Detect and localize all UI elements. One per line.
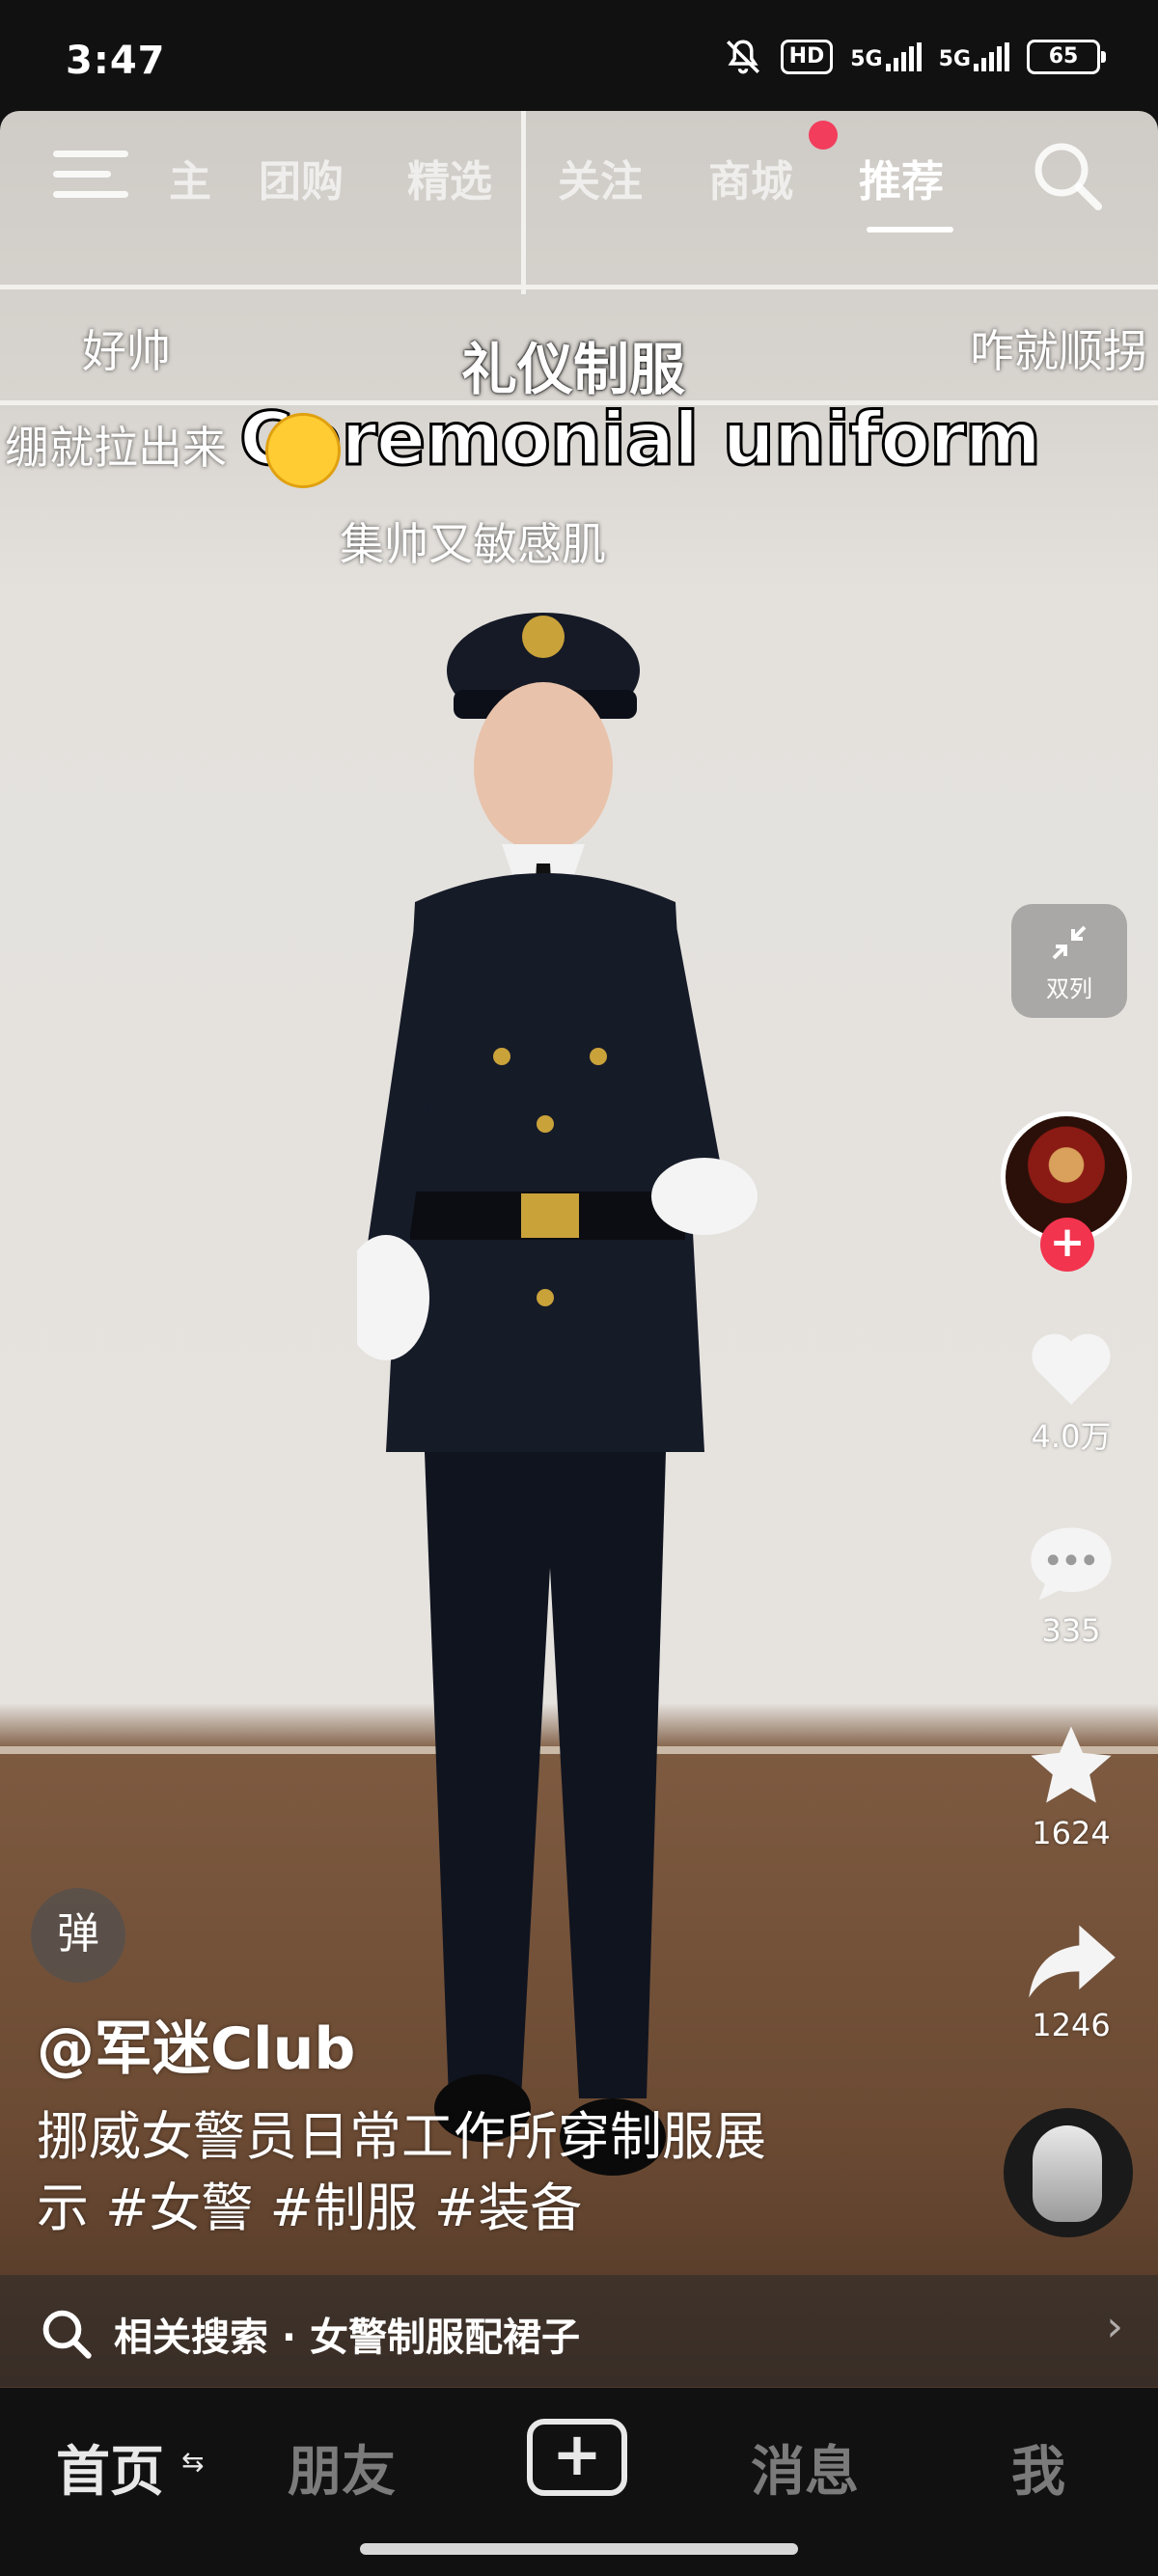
like-count: 4.0万	[1031, 1418, 1112, 1455]
dual-column-label: 双列	[1046, 974, 1092, 1002]
network-type-2: 5G	[938, 47, 971, 71]
search-icon	[42, 2310, 92, 2359]
status-time: 3:47	[66, 39, 166, 83]
tab-featured[interactable]: 精选	[407, 147, 492, 208]
comment-button[interactable]: 335	[1004, 1520, 1139, 1649]
ceiling-grid	[0, 285, 1158, 289]
music-disc-icon[interactable]	[1004, 2108, 1133, 2237]
battery-level: 65	[1048, 44, 1079, 69]
laughing-emoji-icon	[265, 413, 341, 488]
tab-group-buy[interactable]: 团购	[259, 147, 344, 208]
tab-recommended[interactable]: 推荐	[859, 147, 944, 208]
tab-friends[interactable]: 朋友	[288, 2428, 396, 2507]
danmaku-comment: 集帅又敏感肌	[340, 518, 606, 570]
mute-bell-icon	[726, 40, 759, 74]
share-count: 1246	[1032, 2007, 1111, 2043]
follow-button[interactable]: +	[1040, 1218, 1094, 1272]
tab-me[interactable]: 我	[1011, 2428, 1065, 2507]
description-line: 示 #女警 #制服 #装备	[37, 2178, 583, 2238]
battery-icon: 65	[1027, 40, 1106, 74]
description-line: 挪威女警员日常工作所穿制服展	[37, 2106, 766, 2167]
video-player[interactable]: 主 团购 精选 关注 商城 推荐 好帅 咋就顺拐 绷就拉出来 集帅又敏感肌 礼仪…	[0, 111, 1158, 2388]
author-name[interactable]: @军迷Club	[37, 2002, 355, 2086]
danmaku-comment: 绷就拉出来	[5, 422, 227, 474]
person-in-uniform-image	[357, 613, 758, 2176]
video-caption-cn: 礼仪制服	[461, 337, 686, 402]
like-button[interactable]: 4.0万	[1004, 1322, 1139, 1457]
create-post-button[interactable]: +	[527, 2419, 627, 2496]
favorite-count: 1624	[1032, 1815, 1111, 1851]
tab-mall[interactable]: 商城	[708, 147, 793, 208]
tab-partial[interactable]: 主	[169, 147, 211, 208]
share-button[interactable]: 1246	[1004, 1920, 1139, 2043]
tab-home[interactable]: 首页	[56, 2428, 164, 2507]
video-description: 挪威女警员日常工作所穿制服展 示 #女警 #制服 #装备	[37, 2101, 905, 2244]
chevron-right-icon: ›	[1106, 2302, 1123, 2351]
hd-badge: HD	[780, 40, 834, 74]
danmaku-toggle-button[interactable]: 弹	[31, 1888, 125, 1983]
tab-messages[interactable]: 消息	[751, 2428, 859, 2507]
home-indicator	[360, 2543, 798, 2555]
danmaku-comment: 咋就顺拐	[970, 325, 1147, 377]
menu-icon[interactable]	[53, 145, 130, 203]
collapse-arrows-icon	[1052, 925, 1087, 959]
tab-following[interactable]: 关注	[558, 147, 643, 208]
comment-count: 335	[1041, 1612, 1101, 1649]
related-search-bar[interactable]: 相关搜索 · 女警制服配裙子 ›	[0, 2275, 1158, 2387]
favorite-button[interactable]: 1624	[1004, 1722, 1139, 1851]
dual-column-button[interactable]: 双列	[1011, 904, 1127, 1018]
swap-arrows-icon: ⇆	[181, 2446, 205, 2478]
status-bar: 3:47 HD 5G 5G 65	[0, 0, 1158, 111]
active-tab-indicator	[867, 227, 953, 233]
share-arrow-icon	[1029, 1925, 1116, 1998]
mall-notification-dot	[809, 121, 838, 150]
star-icon	[1031, 1726, 1112, 1803]
comment-bubble-icon	[1031, 1527, 1112, 1601]
network-type-1: 5G	[850, 47, 883, 71]
video-caption-en: Ceremonial uniform	[238, 395, 1043, 483]
related-search-text: 相关搜索 · 女警制服配裙子	[114, 2316, 581, 2360]
danmaku-comment: 好帅	[82, 325, 171, 377]
signal-1-icon: 5G	[850, 42, 922, 71]
status-icons: HD 5G 5G 65	[723, 37, 1106, 77]
signal-2-icon: 5G	[939, 42, 1009, 71]
top-nav: 主 团购 精选 关注 商城 推荐	[0, 125, 1158, 233]
heart-icon	[1032, 1333, 1111, 1405]
search-icon[interactable]	[1029, 137, 1106, 214]
